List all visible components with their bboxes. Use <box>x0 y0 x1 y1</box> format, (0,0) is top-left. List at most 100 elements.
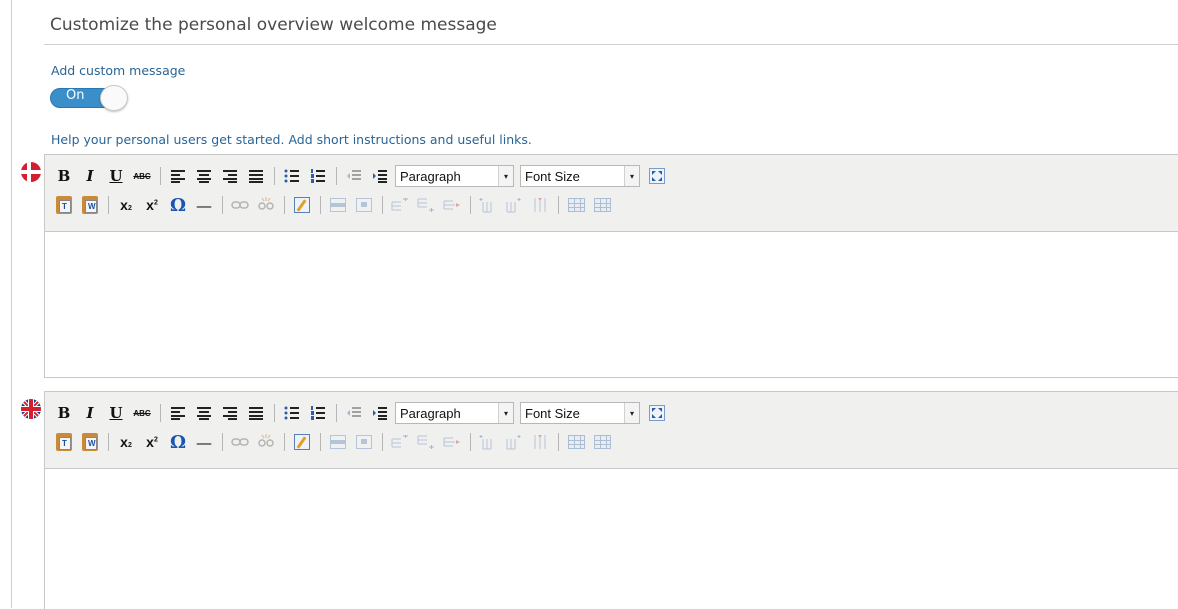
edit-html-icon <box>294 197 310 213</box>
toolbar-separator <box>108 196 109 214</box>
align-left-button[interactable] <box>167 165 189 187</box>
numbered-list-button[interactable] <box>307 402 329 424</box>
align-right-button[interactable] <box>219 165 241 187</box>
rich-text-editor-danish: B I U ABC Paragraph ▾ Font Size ▾ T W x2… <box>44 154 1178 378</box>
unlink-icon <box>258 197 274 210</box>
paste-word-button[interactable]: W <box>79 194 101 216</box>
indent-button[interactable] <box>369 165 391 187</box>
align-center-button[interactable] <box>193 402 215 424</box>
special-character-button[interactable]: Ω <box>167 194 189 216</box>
delete-column-icon <box>534 198 546 212</box>
fullscreen-button[interactable] <box>646 165 668 187</box>
toggle-state-text: On <box>66 88 85 103</box>
insert-row-before-icon <box>391 435 408 448</box>
align-justify-button[interactable] <box>245 165 267 187</box>
bullet-list-icon <box>284 406 299 420</box>
toggle-knob[interactable] <box>100 85 128 111</box>
rich-text-editor-english: B I U ABC Paragraph ▾ Font Size ▾ T W x2… <box>44 391 1178 609</box>
delete-row-button[interactable] <box>441 431 463 453</box>
outdent-button[interactable] <box>343 402 365 424</box>
superscript-button[interactable]: x2 <box>141 431 163 453</box>
table-row-props-button[interactable] <box>327 194 349 216</box>
edit-html-button[interactable] <box>291 431 313 453</box>
chevron-down-icon: ▾ <box>498 166 513 186</box>
table-cell-props-button[interactable] <box>353 194 375 216</box>
chevron-down-icon: ▾ <box>624 166 639 186</box>
insert-table-button[interactable] <box>565 194 587 216</box>
format-select[interactable]: Paragraph ▾ <box>395 165 514 187</box>
bullet-list-button[interactable] <box>281 165 303 187</box>
unlink-button[interactable] <box>255 194 277 216</box>
special-character-button[interactable]: Ω <box>167 431 189 453</box>
paste-text-button[interactable]: T <box>53 431 75 453</box>
italic-button[interactable]: I <box>79 402 101 424</box>
bullet-list-button[interactable] <box>281 402 303 424</box>
insert-row-after-button[interactable] <box>415 431 437 453</box>
subscript-button[interactable]: x2 <box>115 431 137 453</box>
edit-html-button[interactable] <box>291 194 313 216</box>
numbered-list-button[interactable] <box>307 165 329 187</box>
insert-link-button[interactable] <box>229 431 251 453</box>
strikethrough-button[interactable]: ABC <box>131 165 153 187</box>
subscript-button[interactable]: x2 <box>115 194 137 216</box>
toolbar-separator <box>558 196 559 214</box>
delete-row-button[interactable] <box>441 194 463 216</box>
fullscreen-button[interactable] <box>646 402 668 424</box>
toolbar-separator <box>284 433 285 451</box>
align-center-button[interactable] <box>193 165 215 187</box>
delete-col-button[interactable] <box>529 194 551 216</box>
insert-row-after-button[interactable] <box>415 194 437 216</box>
table-row-props-button[interactable] <box>327 431 349 453</box>
paste-text-button[interactable]: T <box>53 194 75 216</box>
unlink-button[interactable] <box>255 431 277 453</box>
bold-button[interactable]: B <box>53 402 75 424</box>
insert-link-button[interactable] <box>229 194 251 216</box>
underline-icon: U <box>109 167 123 185</box>
align-right-icon <box>223 407 237 420</box>
outdent-button[interactable] <box>343 165 365 187</box>
strikethrough-button[interactable]: ABC <box>131 402 153 424</box>
insert-row-before-button[interactable] <box>389 194 411 216</box>
toolbar-separator <box>160 167 161 185</box>
insert-table-button[interactable] <box>565 431 587 453</box>
align-justify-button[interactable] <box>245 402 267 424</box>
omega-icon: Ω <box>169 194 187 216</box>
title-divider <box>44 44 1178 45</box>
table-props-button[interactable] <box>591 431 613 453</box>
editor-content-area[interactable] <box>45 469 1178 609</box>
section-title: Customize the personal overview welcome … <box>50 15 497 35</box>
insert-col-after-button[interactable] <box>503 431 525 453</box>
fullscreen-icon <box>649 405 665 421</box>
delete-col-button[interactable] <box>529 431 551 453</box>
table-properties-icon <box>593 198 611 212</box>
paste-word-button[interactable]: W <box>79 431 101 453</box>
table-row-icon <box>330 435 346 449</box>
bold-button[interactable]: B <box>53 165 75 187</box>
chevron-down-icon: ▾ <box>624 403 639 423</box>
insert-row-before-button[interactable] <box>389 431 411 453</box>
superscript-button[interactable]: x2 <box>141 194 163 216</box>
align-right-button[interactable] <box>219 402 241 424</box>
insert-col-before-button[interactable] <box>477 431 499 453</box>
editor-content-area[interactable] <box>45 232 1178 377</box>
custom-message-toggle[interactable]: On <box>50 85 128 111</box>
insert-col-after-button[interactable] <box>503 194 525 216</box>
underline-button[interactable]: U <box>105 165 127 187</box>
indent-icon <box>373 170 387 183</box>
font-size-select[interactable]: Font Size ▾ <box>520 165 640 187</box>
insert-col-before-button[interactable] <box>477 194 499 216</box>
horizontal-rule-button[interactable]: — <box>193 431 215 453</box>
table-icon <box>567 435 585 449</box>
toolbar-separator <box>274 167 275 185</box>
font-size-select[interactable]: Font Size ▾ <box>520 402 640 424</box>
align-left-button[interactable] <box>167 402 189 424</box>
format-select[interactable]: Paragraph ▾ <box>395 402 514 424</box>
help-text: Help your personal users get started. Ad… <box>51 132 532 147</box>
underline-button[interactable]: U <box>105 402 127 424</box>
italic-button[interactable]: I <box>79 165 101 187</box>
table-props-button[interactable] <box>591 194 613 216</box>
table-cell-props-button[interactable] <box>353 431 375 453</box>
subscript-icon: x2 <box>120 434 132 450</box>
indent-button[interactable] <box>369 402 391 424</box>
horizontal-rule-button[interactable]: — <box>193 194 215 216</box>
